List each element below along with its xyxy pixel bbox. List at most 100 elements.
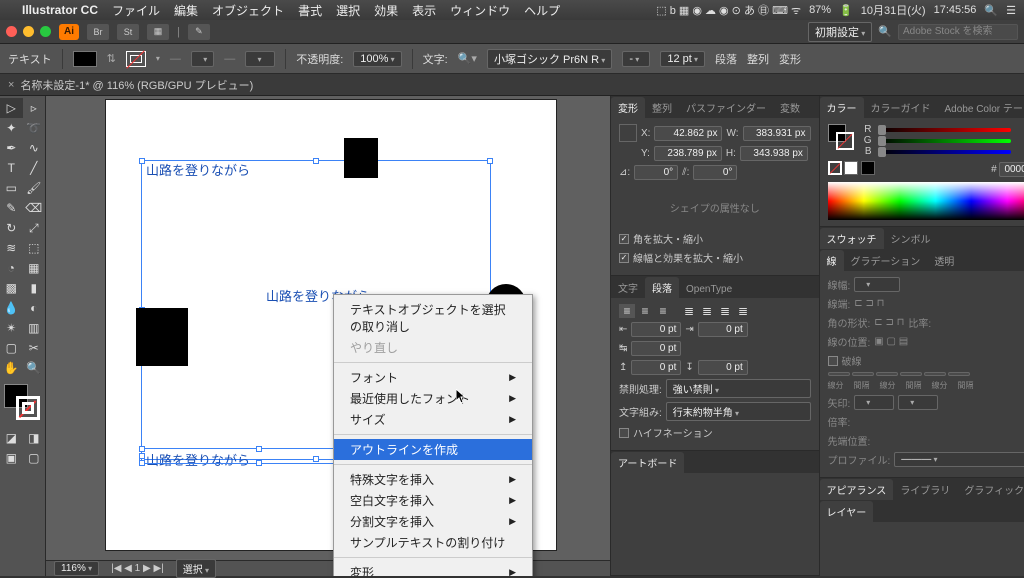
field-indent-right[interactable]: 0 pt	[698, 322, 748, 337]
black-rectangle-1[interactable]	[344, 138, 378, 178]
tab-char[interactable]: 文字	[611, 277, 645, 298]
ctx-insert-whitespace[interactable]: 空白文字を挿入▶	[334, 490, 532, 511]
handle-ne[interactable]	[487, 158, 493, 164]
field-stroke-weight[interactable]	[854, 277, 900, 292]
graph-tool-icon[interactable]: ▥	[23, 318, 46, 338]
ctx-sample-text[interactable]: サンプルテキストの割り付け	[334, 532, 532, 553]
corner-buttons[interactable]: ⊏ ⊐ ⊓	[874, 317, 904, 328]
stroke-panel-tabs[interactable]: 線 グラデーション 透明	[820, 249, 1024, 271]
tab-adobe-color[interactable]: Adobe Color テー	[938, 97, 1024, 118]
tab-swatches[interactable]: スウォッチ	[820, 228, 884, 249]
free-transform-tool-icon[interactable]: ⬚	[23, 238, 46, 258]
paragraph-align-buttons[interactable]: ≡≡≡ ≣≣≣≣	[619, 304, 811, 318]
tab-stroke[interactable]: 線	[820, 250, 844, 271]
slider-r[interactable]	[878, 128, 1011, 132]
stroke-caret-icon[interactable]: ▾	[156, 54, 160, 63]
tab-color[interactable]: カラー	[820, 97, 864, 118]
zoom-window-icon[interactable]	[40, 26, 51, 37]
chk-dash[interactable]	[828, 356, 838, 366]
swatch-panel-tabs[interactable]: スウォッチ シンボル	[820, 227, 1024, 249]
tab-transparency[interactable]: 透明	[927, 250, 961, 271]
fill-swatch[interactable]	[73, 51, 97, 67]
mojikumi-select[interactable]: 行末約物半角	[666, 402, 811, 421]
stock-search-input[interactable]: Adobe Stock を検索	[898, 24, 1018, 40]
scale-tool-icon[interactable]: ⤢	[23, 218, 46, 238]
stock-icon[interactable]: St	[117, 24, 139, 40]
menu-extra-icon[interactable]: ☰	[1006, 4, 1016, 17]
field-x[interactable]: 42.862 px	[654, 126, 722, 141]
gradient-tool-icon[interactable]: ▮	[23, 278, 46, 298]
search-icon[interactable]: 🔍	[878, 25, 892, 38]
artboard-panel-tabs[interactable]: アートボード	[611, 451, 819, 473]
field-shear[interactable]: 0°	[693, 165, 737, 180]
slice-tool-icon[interactable]: ✂	[23, 338, 46, 358]
arrange-docs-icon[interactable]: ▦	[147, 24, 169, 40]
opacity-field[interactable]: 100%	[353, 51, 401, 67]
stroke-weight-field[interactable]	[191, 51, 214, 67]
tab-variables[interactable]: 変数	[773, 97, 807, 118]
menu-help[interactable]: ヘルプ	[524, 2, 560, 19]
align-label[interactable]: 整列	[747, 51, 769, 67]
window-controls[interactable]	[6, 26, 51, 37]
shaper-tool-icon[interactable]: ✎	[0, 198, 23, 218]
field-h[interactable]: 343.938 px	[740, 146, 808, 161]
canvas-area[interactable]: 山路を登りながら 山路を登りながら 山路を登りながら テキストオブジェクトを選択…	[46, 96, 610, 576]
screen-mode-icon[interactable]: ▣	[0, 448, 23, 468]
bridge-icon[interactable]: Br	[87, 24, 109, 40]
slider-g[interactable]	[878, 139, 1011, 143]
rectangle-tool-icon[interactable]: ▭	[0, 178, 23, 198]
none-color-icon[interactable]	[828, 161, 842, 175]
selection-tool-icon[interactable]: ▷	[0, 98, 23, 118]
tab-layers[interactable]: レイヤー	[820, 501, 874, 522]
slider-b[interactable]	[878, 150, 1011, 154]
document-title[interactable]: 名称未設定-1* @ 116% (RGB/GPU プレビュー)	[20, 77, 253, 93]
field-indent-first[interactable]: 0 pt	[631, 341, 681, 356]
type-tool-icon[interactable]: T	[0, 158, 23, 178]
tab-symbols[interactable]: シンボル	[884, 228, 938, 249]
layers-panel-tabs[interactable]: レイヤー	[820, 500, 1024, 522]
white-color-icon[interactable]	[844, 161, 858, 175]
ctx-undo[interactable]: テキストオブジェクトを選択の取り消し	[334, 299, 532, 337]
zoom-field[interactable]: 116%	[54, 561, 99, 576]
swap-fill-stroke-icon[interactable]: ⇅	[107, 52, 116, 65]
menu-select[interactable]: 選択	[336, 2, 360, 19]
menu-file[interactable]: ファイル	[112, 2, 160, 19]
val-r[interactable]: 0	[1017, 124, 1024, 135]
tab-graphic-styles[interactable]: グラフィックスタ	[957, 479, 1024, 500]
tab-paragraph[interactable]: 段落	[645, 277, 679, 298]
tab-transform[interactable]: 変形	[611, 97, 645, 118]
tab-pathfinder[interactable]: パスファインダー	[679, 97, 773, 118]
kinsoku-select[interactable]: 強い禁則	[666, 379, 811, 398]
font-family-field[interactable]: 小塚ゴシック Pr6N R	[487, 49, 612, 69]
menu-type[interactable]: 書式	[298, 2, 322, 19]
tab-color-guide[interactable]: カラーガイド	[864, 97, 938, 118]
curvature-tool-icon[interactable]: ∿	[23, 138, 46, 158]
rotate-tool-icon[interactable]: ↻	[0, 218, 23, 238]
handle-n[interactable]	[313, 158, 319, 164]
lasso-tool-icon[interactable]: ➰	[23, 118, 46, 138]
profile-select[interactable]: ———	[894, 452, 1024, 467]
zoom-tool-icon[interactable]: 🔍	[23, 358, 46, 378]
stroke-align-buttons[interactable]: ▣ ▢ ▤	[874, 336, 908, 347]
artboard-nav[interactable]: |◀ ◀ 1 ▶ ▶|	[111, 563, 164, 574]
blend-tool-icon[interactable]: ◐	[23, 298, 46, 318]
field-hex[interactable]: 000000	[999, 162, 1024, 177]
hand-tool-icon[interactable]: ✋	[0, 358, 23, 378]
menu-edit[interactable]: 編集	[174, 2, 198, 19]
ctx-recent-fonts[interactable]: 最近使用したフォント▶	[334, 388, 532, 409]
font-style-field[interactable]: -	[622, 51, 650, 67]
black-color-icon[interactable]	[861, 161, 875, 175]
black-rectangle-2[interactable]	[136, 308, 188, 366]
val-b[interactable]: 0	[1017, 146, 1024, 157]
close-window-icon[interactable]	[6, 26, 17, 37]
mesh-tool-icon[interactable]: ▩	[0, 278, 23, 298]
fill-stroke-control[interactable]	[4, 384, 42, 422]
field-indent-left[interactable]: 0 pt	[631, 322, 681, 337]
tab-gradient[interactable]: グラデーション	[844, 250, 928, 271]
ctx-insert-break[interactable]: 分割文字を挿入▶	[334, 511, 532, 532]
status-select[interactable]: 選択	[176, 559, 216, 578]
stroke-profile-field[interactable]	[245, 51, 275, 67]
tab-libraries[interactable]: ライブラリ	[893, 479, 957, 500]
perspective-tool-icon[interactable]: ▦	[23, 258, 46, 278]
font-size-field[interactable]: 12 pt	[660, 51, 705, 67]
